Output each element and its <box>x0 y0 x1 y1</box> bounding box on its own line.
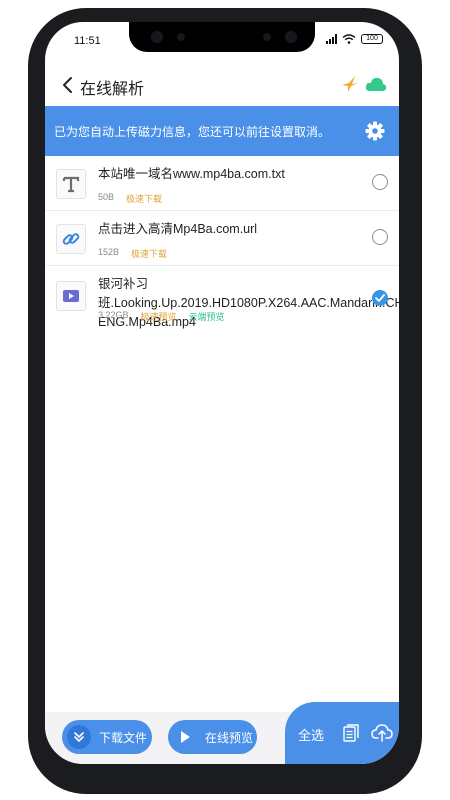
file-meta: 50B 极速下载 <box>98 192 162 205</box>
back-arrow-icon[interactable] <box>59 74 79 96</box>
file-row[interactable]: 本站唯一域名www.mp4ba.com.txt 50B 极速下载 <box>45 156 399 211</box>
page-title: 在线解析 <box>80 81 145 98</box>
gear-icon[interactable] <box>365 121 385 141</box>
select-checkbox-checked[interactable] <box>372 290 388 306</box>
status-time: 11:51 <box>74 35 101 47</box>
signal-icon <box>326 34 337 44</box>
file-name: 银河补习班.Looking.Up.2019.HD1080P.X264.AAC.M… <box>98 277 399 329</box>
download-files-label: 下载文件 <box>99 730 148 745</box>
fast-download-tag[interactable]: 极速下载 <box>131 247 167 260</box>
video-file-icon <box>56 281 86 311</box>
header: 在线解析 <box>45 66 399 106</box>
file-row[interactable]: 银河补习班.Looking.Up.2019.HD1080P.X264.AAC.M… <box>45 266 399 330</box>
camera-notch <box>129 22 315 52</box>
file-size: 152B <box>98 247 120 257</box>
file-meta: 3.22GB 极速预览 云端预览 <box>98 310 225 323</box>
select-checkbox[interactable] <box>372 174 388 190</box>
file-list: 本站唯一域名www.mp4ba.com.txt 50B 极速下载 点击进入高清M… <box>45 156 399 330</box>
file-name: 本站唯一域名www.mp4ba.com.txt <box>98 167 285 181</box>
link-icon <box>56 224 86 254</box>
cloud-preview-tag[interactable]: 云端预览 <box>189 310 225 323</box>
file-name: 点击进入高清Mp4Ba.com.url <box>98 222 258 236</box>
battery-icon: 100 <box>361 34 383 44</box>
battery-level: 100 <box>366 35 378 42</box>
phone-power-button <box>418 300 422 350</box>
screen: 11:51 100 在线解析 已为您自动上传磁力信息，您还可以前往设置取消。 本… <box>45 22 399 764</box>
file-row[interactable]: 点击进入高清Mp4Ba.com.url 152B 极速下载 <box>45 211 399 266</box>
status-icons: 100 <box>326 34 383 44</box>
file-size: 50B <box>98 192 115 202</box>
chevron-down-icon <box>67 725 91 749</box>
online-preview-button[interactable]: 在线预览 <box>168 720 257 754</box>
cloud-icon[interactable] <box>365 75 387 93</box>
file-meta: 152B 极速下载 <box>98 247 167 260</box>
file-size: 3.22GB <box>98 310 129 320</box>
wifi-icon <box>342 34 356 44</box>
cloud-upload-icon[interactable] <box>371 722 393 742</box>
phone-volume-button <box>418 150 422 220</box>
select-checkbox[interactable] <box>372 229 388 245</box>
fast-download-tag[interactable]: 极速下载 <box>126 192 162 205</box>
download-files-button[interactable]: 下载文件 <box>62 720 152 754</box>
play-icon <box>173 725 197 749</box>
file-list-icon[interactable] <box>343 724 359 742</box>
online-preview-label: 在线预览 <box>205 730 254 745</box>
banner-text: 已为您自动上传磁力信息，您还可以前往设置取消。 <box>54 125 331 139</box>
bird-icon[interactable] <box>340 74 360 94</box>
action-panel: 全选 <box>285 702 399 764</box>
fast-preview-tag[interactable]: 极速预览 <box>141 310 177 323</box>
text-file-icon <box>56 169 86 199</box>
select-all-button[interactable]: 全选 <box>298 725 324 744</box>
info-banner: 已为您自动上传磁力信息，您还可以前往设置取消。 <box>45 106 399 156</box>
